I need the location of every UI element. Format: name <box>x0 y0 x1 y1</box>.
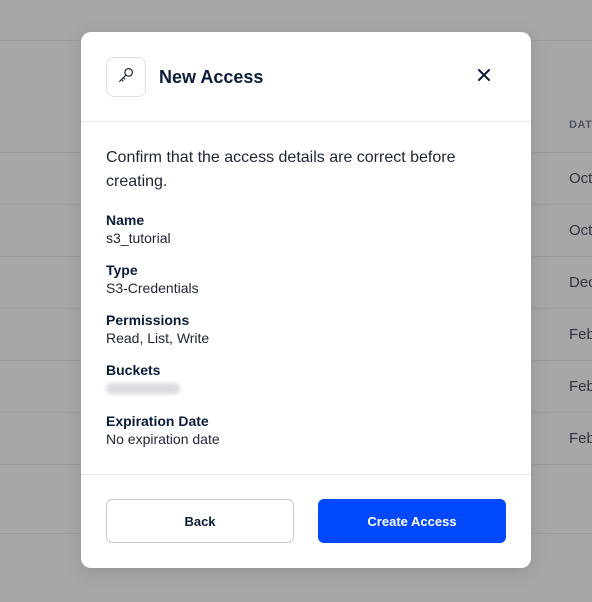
field-value-redacted <box>106 379 506 398</box>
close-icon <box>478 68 490 86</box>
modal-footer: Back Create Access <box>81 474 531 568</box>
redacted-bucket-name <box>106 383 180 394</box>
field-label: Expiration Date <box>106 413 209 429</box>
field-label: Type <box>106 262 138 278</box>
key-icon <box>117 66 135 89</box>
field-value: s3_tutorial <box>106 230 171 246</box>
field-expiration-date: Expiration Date No expiration date <box>106 412 506 448</box>
field-value: No expiration date <box>106 431 220 447</box>
key-icon-container <box>106 57 146 97</box>
modal-header: New Access <box>81 32 531 122</box>
field-buckets: Buckets <box>106 361 506 398</box>
modal-title: New Access <box>159 67 264 87</box>
modal-body: Confirm that the access details are corr… <box>106 146 506 462</box>
field-name: Name s3_tutorial <box>106 211 506 247</box>
create-access-button[interactable]: Create Access <box>318 499 506 543</box>
confirmation-text: Confirm that the access details are corr… <box>106 149 456 190</box>
field-value: S3-Credentials <box>106 280 199 296</box>
field-label: Buckets <box>106 362 161 378</box>
field-label: Permissions <box>106 312 190 328</box>
field-type: Type S3-Credentials <box>106 261 506 297</box>
field-permissions: Permissions Read, List, Write <box>106 311 506 347</box>
new-access-modal: New Access Confirm that the access detai… <box>81 32 531 568</box>
close-button[interactable] <box>474 67 494 87</box>
back-button[interactable]: Back <box>106 499 294 543</box>
field-value: Read, List, Write <box>106 330 210 346</box>
field-label: Name <box>106 212 145 228</box>
